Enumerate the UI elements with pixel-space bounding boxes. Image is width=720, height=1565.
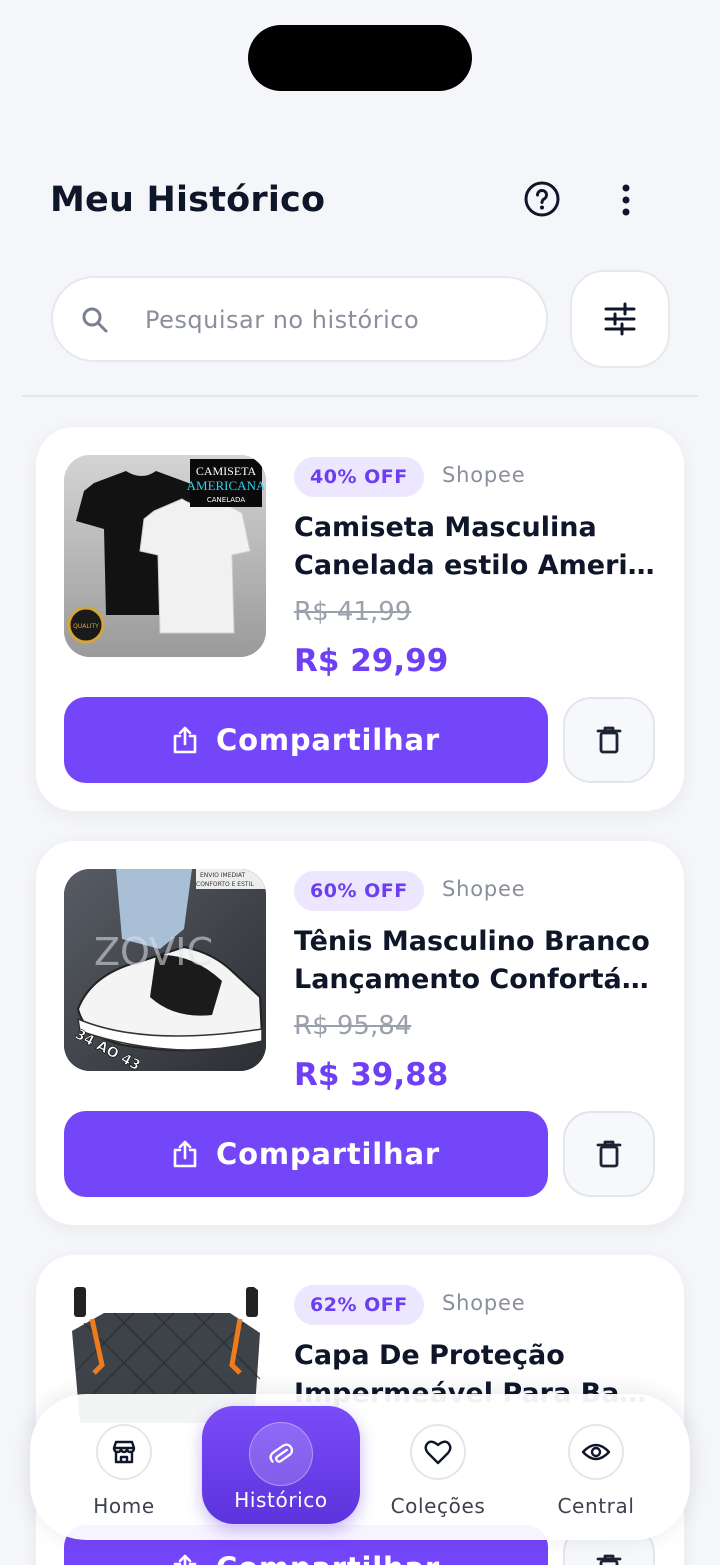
- share-icon: [173, 726, 197, 754]
- bottom-nav: Home Histórico Coleções Central: [30, 1394, 690, 1540]
- delete-button[interactable]: [563, 1111, 655, 1197]
- product-title-line1: Capa De Proteção: [294, 1340, 565, 1371]
- nav-label-historico: Histórico: [234, 1488, 328, 1512]
- heart-icon: [410, 1424, 466, 1480]
- more-vertical-icon[interactable]: [612, 180, 640, 220]
- nav-label-colecoes: Coleções: [390, 1494, 486, 1518]
- product-image[interactable]: CAMISETA AMERICANA CANELADA QUALITY: [64, 455, 266, 657]
- search-box: [51, 276, 548, 362]
- trash-icon: [596, 1554, 622, 1565]
- product-image[interactable]: ENVIO IMEDIAT CONFORTO E ESTIL ZOVIC 34 …: [64, 869, 266, 1071]
- product-title-line1: Camiseta Masculina: [294, 512, 597, 543]
- new-price: R$ 39,88: [294, 1057, 449, 1093]
- old-price: R$ 41,99: [294, 597, 412, 627]
- divider: [22, 395, 698, 397]
- store-name: Shopee: [442, 1291, 526, 1315]
- image-label-envio: ENVIO IMEDIAT: [200, 872, 246, 879]
- share-button[interactable]: Compartilhar: [64, 1111, 548, 1197]
- share-icon: [173, 1554, 197, 1565]
- new-price: R$ 29,99: [294, 643, 449, 679]
- image-label-americana: AMERICANA: [187, 478, 266, 493]
- search-icon: [82, 307, 108, 333]
- product-title: Camiseta Masculina Canelada estilo Ameri…: [294, 509, 660, 585]
- image-quality-seal: QUALITY: [73, 623, 99, 630]
- nav-label-home: Home: [93, 1494, 155, 1518]
- product-title-line1: Tênis Masculino Branco: [294, 926, 650, 957]
- help-circle-icon[interactable]: [523, 180, 561, 218]
- paperclip-icon: [249, 1422, 313, 1486]
- nav-item-colecoes[interactable]: Coleções: [368, 1394, 508, 1540]
- old-price: R$ 95,84: [294, 1011, 412, 1041]
- product-title-line2: Canelada estilo Americana: [294, 550, 660, 581]
- nav-item-historico[interactable]: Histórico: [202, 1406, 360, 1524]
- nav-label-central: Central: [557, 1494, 635, 1518]
- search-input[interactable]: [145, 298, 525, 342]
- page-header: Meu Histórico: [50, 172, 670, 228]
- trash-icon: [596, 726, 622, 754]
- product-card[interactable]: ENVIO IMEDIAT CONFORTO E ESTIL ZOVIC 34 …: [36, 841, 684, 1225]
- discount-badge: 40% OFF: [294, 457, 424, 497]
- sliders-icon: [604, 302, 636, 336]
- share-label: Compartilhar: [216, 723, 440, 757]
- store-icon: [96, 1424, 152, 1480]
- device-notch: [248, 25, 472, 91]
- discount-badge: 60% OFF: [294, 871, 424, 911]
- nav-item-home[interactable]: Home: [54, 1394, 194, 1540]
- filter-button[interactable]: [570, 270, 670, 368]
- product-title-line2: Lançamento Confortável: [294, 964, 660, 995]
- product-title: Tênis Masculino Branco Lançamento Confor…: [294, 923, 660, 999]
- share-label: Compartilhar: [216, 1551, 440, 1565]
- share-label: Compartilhar: [216, 1137, 440, 1171]
- trash-icon: [596, 1140, 622, 1168]
- discount-badge: 62% OFF: [294, 1285, 424, 1325]
- delete-button[interactable]: [563, 697, 655, 783]
- store-name: Shopee: [442, 877, 526, 901]
- image-brand: ZOVIC: [94, 930, 213, 974]
- page-title: Meu Histórico: [50, 180, 326, 220]
- share-icon: [173, 1140, 197, 1168]
- image-label-conforto: CONFORTO E ESTIL: [196, 881, 254, 888]
- eye-icon: [568, 1424, 624, 1480]
- nav-item-central[interactable]: Central: [526, 1394, 666, 1540]
- product-card[interactable]: CAMISETA AMERICANA CANELADA QUALITY 40% …: [36, 427, 684, 811]
- image-label-canelada: CANELADA: [207, 496, 245, 504]
- share-button[interactable]: Compartilhar: [64, 697, 548, 783]
- image-label-camiseta: CAMISETA: [196, 464, 257, 478]
- store-name: Shopee: [442, 463, 526, 487]
